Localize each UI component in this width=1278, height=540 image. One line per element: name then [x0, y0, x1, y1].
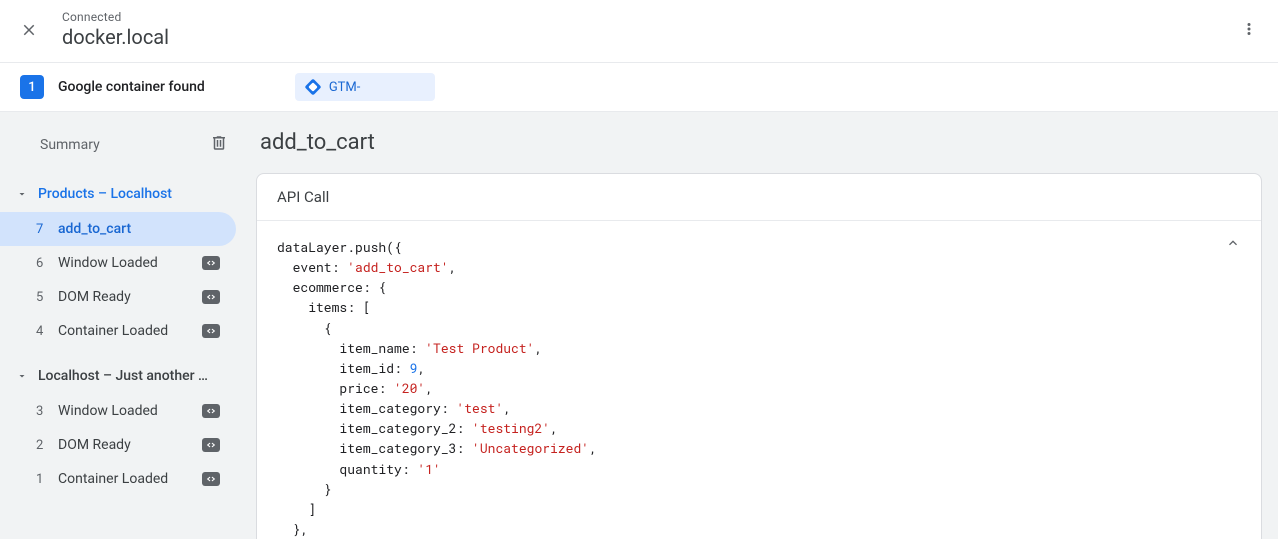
event-number: 6 — [36, 256, 58, 271]
section-header[interactable]: Products – Localhost — [0, 176, 244, 212]
event-name: Window Loaded — [58, 403, 202, 419]
event-name: add_to_cart — [58, 221, 220, 237]
code-badge-icon — [202, 324, 220, 338]
event-item[interactable]: 5DOM Ready — [0, 280, 236, 314]
api-call-card: API Call dataLayer.push({ event: 'add_to… — [256, 173, 1262, 539]
code-badge-icon — [202, 438, 220, 452]
event-number: 5 — [36, 290, 58, 305]
gtm-chip-label: GTM- — [329, 80, 361, 95]
event-name: DOM Ready — [58, 437, 202, 453]
chevron-down-icon — [16, 188, 28, 200]
container-count-badge: 1 — [20, 75, 44, 99]
summary-row[interactable]: Summary — [0, 124, 244, 166]
clear-events-button[interactable] — [210, 134, 228, 156]
code-badge-icon — [202, 256, 220, 270]
chevron-down-icon — [16, 370, 28, 382]
card-header: API Call — [257, 174, 1261, 221]
event-item[interactable]: 4Container Loaded — [0, 314, 236, 348]
page-title: add_to_cart — [260, 130, 1262, 155]
event-name: Container Loaded — [58, 471, 202, 487]
more-menu-button[interactable] — [1240, 20, 1258, 42]
gtm-icon — [305, 79, 321, 95]
connected-label: Connected — [62, 10, 169, 24]
header-bar: Connected docker.local — [0, 0, 1278, 63]
section-title: Products – Localhost — [38, 186, 172, 202]
event-number: 3 — [36, 404, 58, 419]
sidebar: Summary Products – Localhost 7add_to_cart… — [0, 112, 244, 539]
close-icon — [20, 21, 38, 39]
event-number: 1 — [36, 472, 58, 487]
section-title: Localhost – Just another … — [38, 368, 208, 384]
code-block: dataLayer.push({ event: 'add_to_cart', e… — [277, 237, 1241, 539]
event-number: 2 — [36, 438, 58, 453]
trash-icon — [210, 134, 228, 152]
event-item[interactable]: 2DOM Ready — [0, 428, 236, 462]
section-header[interactable]: Localhost – Just another … — [0, 358, 244, 394]
event-name: Container Loaded — [58, 323, 202, 339]
event-name: DOM Ready — [58, 289, 202, 305]
gtm-container-chip[interactable]: GTM- — [295, 73, 435, 101]
collapse-button[interactable] — [1225, 235, 1241, 255]
event-item[interactable]: 1Container Loaded — [0, 462, 236, 496]
code-badge-icon — [202, 290, 220, 304]
close-button[interactable] — [20, 21, 38, 39]
event-number: 7 — [36, 222, 58, 237]
event-item[interactable]: 3Window Loaded — [0, 394, 236, 428]
subheader-bar: 1 Google container found GTM- — [0, 63, 1278, 112]
connection-block: Connected docker.local — [62, 10, 169, 50]
code-badge-icon — [202, 404, 220, 418]
main-panel: add_to_cart API Call dataLayer.push({ ev… — [244, 112, 1278, 539]
code-badge-icon — [202, 472, 220, 486]
body-layout: Summary Products – Localhost7add_to_cart… — [0, 112, 1278, 539]
event-item[interactable]: 6Window Loaded — [0, 246, 236, 280]
event-number: 4 — [36, 324, 58, 339]
summary-label: Summary — [40, 137, 100, 153]
card-body: dataLayer.push({ event: 'add_to_cart', e… — [257, 221, 1261, 539]
container-found-text: Google container found — [58, 79, 205, 95]
chevron-up-icon — [1225, 235, 1241, 251]
more-vert-icon — [1240, 20, 1258, 38]
event-item[interactable]: 7add_to_cart — [0, 212, 236, 246]
event-name: Window Loaded — [58, 255, 202, 271]
connection-host: docker.local — [62, 24, 169, 50]
